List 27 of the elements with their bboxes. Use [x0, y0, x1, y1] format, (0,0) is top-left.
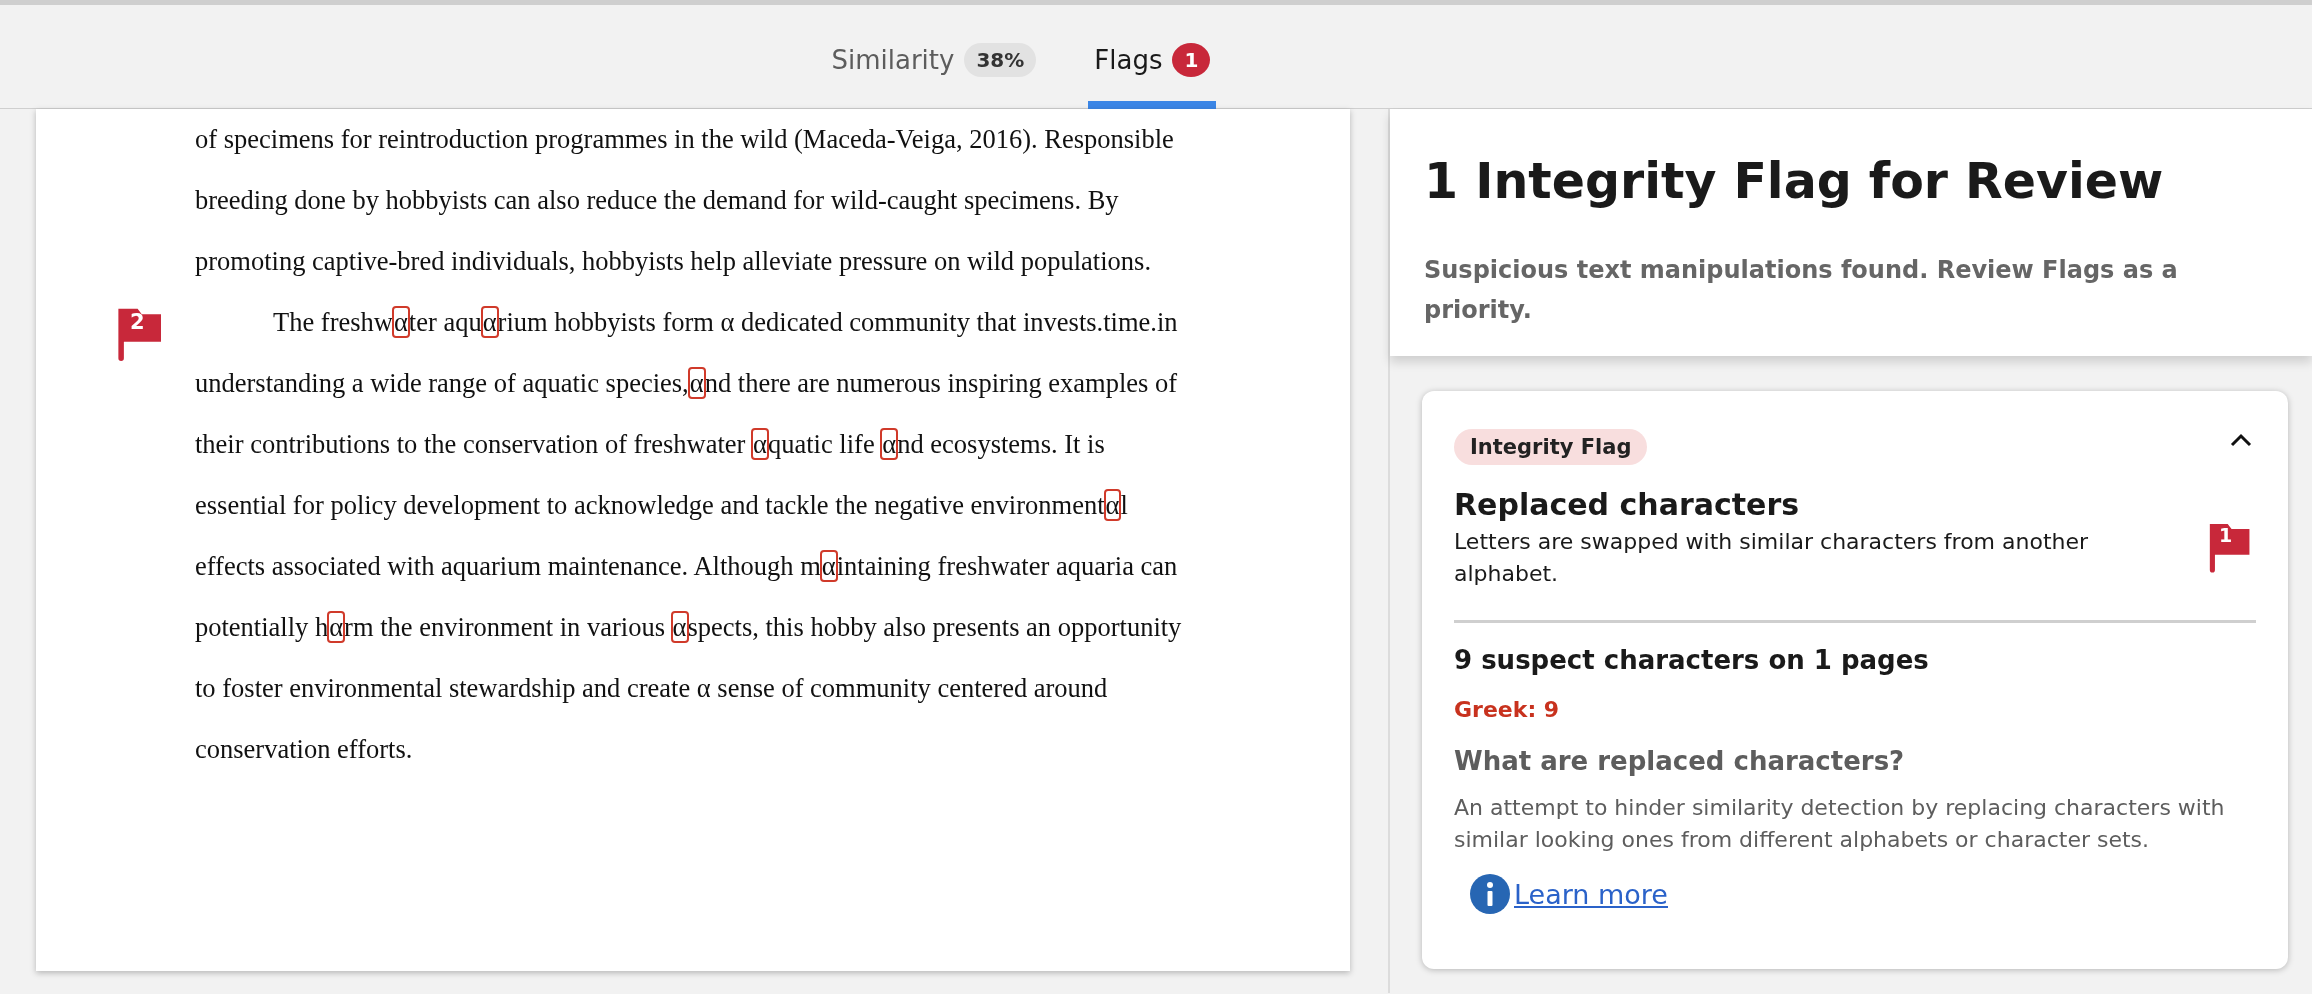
summary-subtitle: Suspicious text manipulations found. Review Flags as a priority. — [1424, 255, 2179, 326]
document-line: their contributions to the conservation of freshwater αquatic life αnd ecosystems. It is — [195, 428, 1106, 461]
document-line: The freshwαter aquαrium hobbyists form α dedicated community that invests.time.in — [272, 306, 1179, 339]
document-line: breeding done by hobbyists can also reduce the demand for wild-caught specimens. By — [195, 184, 1120, 217]
count-badge: 38% — [964, 43, 1037, 77]
document-line: to foster environmental stewardship and create α sense of community centered around — [195, 672, 1109, 705]
summary-title: 1 Integrity Flag for Review — [1424, 153, 2165, 210]
tab[interactable]: Similarity 38% — [825, 5, 1043, 109]
question-heading: What are replaced characters? — [1454, 746, 1906, 776]
document-line: understanding a wide range of aquatic species,αnd there are numerous inspiring examples of — [195, 367, 1179, 400]
document-line: effects associated with aquarium maintenance. Although mαintaining freshwater aquaria can — [195, 550, 1179, 583]
info-icon — [1470, 874, 1510, 914]
count-badge: 1 — [1172, 43, 1211, 77]
integrity-tag: Integrity Flag — [1454, 429, 1648, 465]
script-count: Greek: 9 — [1454, 697, 1561, 722]
document-line: essential for policy development to acknowledge and tackle the negative environmentαl — [195, 489, 1129, 522]
learn-more-link[interactable]: Learn more — [1514, 878, 1668, 910]
flag-title: Replaced characters — [1454, 487, 1801, 522]
document-line: conservation efforts. — [195, 733, 414, 766]
document-line: of specimens for reintroduction programmes in the wild (Maceda-Veiga, 2016). Responsible — [195, 123, 1174, 156]
suspect-count: 9 suspect characters on 1 pages — [1454, 645, 1930, 675]
document-line: promoting captive-bred individuals, hobbyists help alleviate pressure on wild populations. — [195, 245, 1153, 278]
flag-description: Letters are swapped with similar characters from another alphabet. — [1454, 528, 2090, 588]
explanation-text: An attempt to hinder similarity detection by replacing characters with similar looking ones from different alphabets or character sets. — [1454, 794, 2226, 854]
flag-number: 2 — [130, 310, 145, 334]
flag-number: 1 — [2219, 524, 2233, 546]
document-line: potentially hαrm the environment in various αspects, this hobby also presents an opportunity — [195, 611, 1182, 644]
